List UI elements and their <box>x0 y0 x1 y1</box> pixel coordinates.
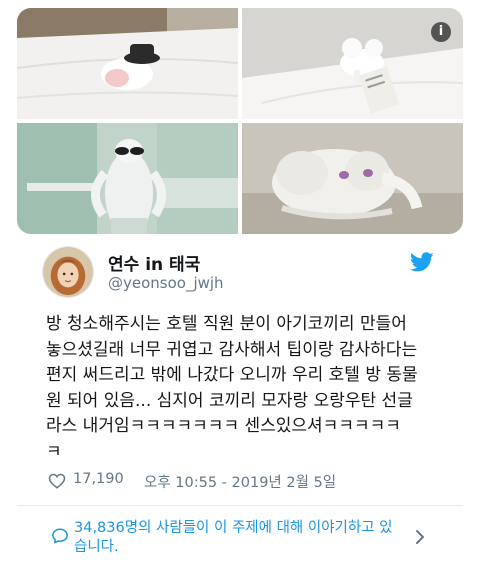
chevron-right-icon <box>416 530 424 544</box>
conversation-link[interactable]: 34,836명의 사람들이 이 주제에 대해 이야기하고 있 습니다. <box>17 506 463 567</box>
tweet-meta: 17,190 오후 10:55 - 2019년 2월 5일 <box>48 470 448 492</box>
handle[interactable]: @yeonsoo_jwjh <box>108 274 224 292</box>
tweet-line: 편지 써드리고 밖에 나갔다 오니까 우리 호텔 방 동물 <box>46 365 418 385</box>
conversation-text: 34,836명의 사람들이 이 주제에 대해 이야기하고 있 습니다. <box>74 519 404 557</box>
photo-grid: i <box>17 8 463 234</box>
tweet-line: 놓으셨길래 너무 귀엽고 감사해서 팁이랑 감사하다는 <box>46 339 418 360</box>
tweet-card: i 연수 in 태국 @yeonsoo_jwjh 방 청소해주시는 호텔 직원 … <box>0 0 480 567</box>
author-row: 연수 in 태국 @yeonsoo_jwjh <box>42 244 442 300</box>
tweet-text: 방 청소해주시는 호텔 직원 분이 아기코끼리 만들어 놓으셨길래 너무 귀엽고… <box>46 312 456 465</box>
like-count[interactable]: 17,190 <box>73 471 124 487</box>
photo-towel-elephant-closeup[interactable] <box>242 123 463 234</box>
tweet-line: 방 청소해주시는 호텔 직원 분이 아기코끼리 만들어 <box>46 314 407 334</box>
avatar[interactable] <box>42 246 94 298</box>
photo-towel-elephant-on-bed[interactable] <box>242 8 463 119</box>
timestamp[interactable]: 오후 10:55 - 2019년 2월 5일 <box>144 471 336 492</box>
heart-icon[interactable] <box>48 472 66 490</box>
conversation-line: 34,836명의 사람들이 이 주제에 대해 이야기하고 있 <box>74 520 393 536</box>
photo-orangutan-towel-with-sunglasses[interactable] <box>17 123 238 234</box>
tweet-line: 원 되어 있음... 심지어 코끼리 모자랑 오랑우탄 선글 <box>46 390 413 411</box>
speech-bubble-icon <box>52 528 68 544</box>
display-name[interactable]: 연수 in 태국 <box>108 250 200 275</box>
tweet-line: 라스 내거임ㅋㅋㅋㅋㅋㅋㅋ 센스있으셔ㅋㅋㅋㅋㅋ <box>46 416 401 436</box>
photo-towel-elephant-with-hat[interactable] <box>17 8 238 119</box>
tweet-line: ㅋ <box>46 441 62 462</box>
info-icon[interactable]: i <box>431 22 451 42</box>
twitter-bird-icon[interactable] <box>410 250 434 274</box>
conversation-line: 습니다. <box>74 539 119 555</box>
